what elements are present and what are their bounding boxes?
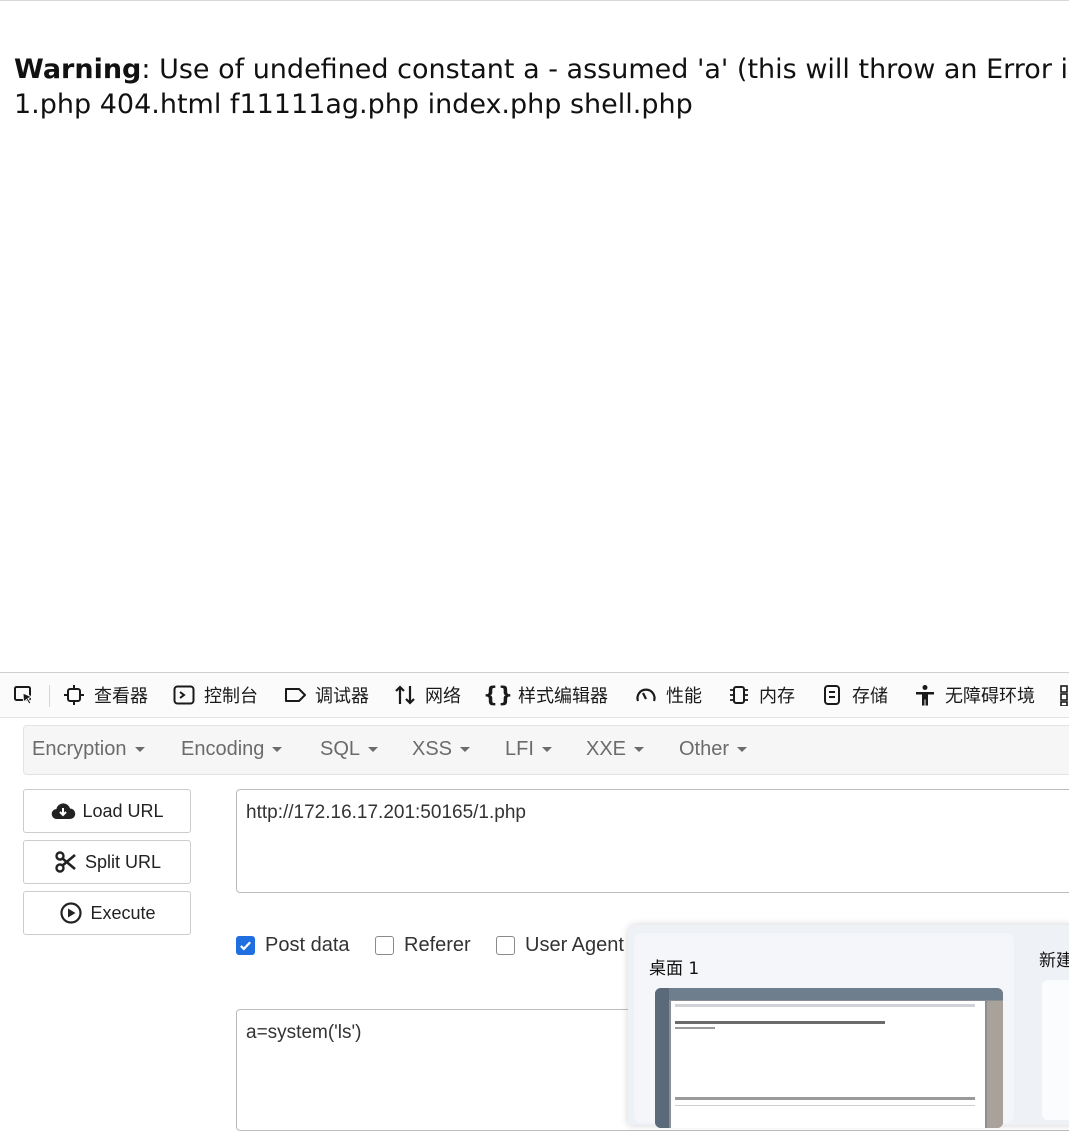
- top-divider: [0, 0, 1069, 4]
- task-view-overlay: 桌面 1 新建: [628, 925, 1069, 1128]
- referer-checkbox[interactable]: Referer: [375, 934, 471, 957]
- tab-memory[interactable]: 内存: [727, 681, 795, 709]
- overflow-menu-button[interactable]: [1058, 681, 1069, 709]
- new-desktop-slot[interactable]: [1042, 980, 1069, 1120]
- url-textarea[interactable]: http://172.16.17.201:50165/1.php: [236, 789, 1069, 893]
- devtools-toolbar: 查看器 控制台 调试器 网络 {} 样式编辑器 性能 内存 存储 无障碍环境: [0, 672, 1069, 718]
- chevron-down-icon: [460, 747, 471, 753]
- more-icon: [1058, 683, 1069, 707]
- post-data-checkbox[interactable]: Post data: [236, 934, 350, 957]
- execute-button[interactable]: Execute: [23, 891, 191, 935]
- menu-xxe[interactable]: XXE: [586, 738, 645, 761]
- warning-line: Warning: Use of undefined constant a - a…: [14, 52, 1069, 87]
- tab-label: 调试器: [315, 686, 369, 707]
- tab-console[interactable]: 控制台: [172, 681, 258, 709]
- thumb-wallpaper: [987, 1001, 1003, 1128]
- tab-label: 存储: [852, 686, 888, 707]
- tab-storage[interactable]: 存储: [820, 681, 888, 709]
- scissors-icon: [55, 851, 76, 873]
- debugger-icon: [283, 683, 307, 707]
- page-output: Warning: Use of undefined constant a - a…: [14, 52, 1069, 122]
- tab-accessibility[interactable]: 无障碍环境: [913, 681, 1035, 709]
- url-value: http://172.16.17.201:50165/1.php: [246, 802, 526, 823]
- user-agent-checkbox[interactable]: User Agent: [496, 934, 624, 957]
- desktop-card[interactable]: 桌面 1: [634, 933, 1014, 1128]
- tab-style-editor[interactable]: {} 样式编辑器: [483, 681, 608, 709]
- menu-lfi[interactable]: LFI: [505, 738, 552, 761]
- menu-other[interactable]: Other: [679, 738, 748, 761]
- accessibility-icon: [913, 683, 937, 707]
- tab-label: 无障碍环境: [945, 686, 1035, 707]
- tab-label: 控制台: [204, 686, 258, 707]
- user-agent-label: User Agent: [525, 934, 624, 956]
- tab-label: 性能: [666, 686, 702, 707]
- referer-label: Referer: [404, 934, 471, 956]
- new-desktop-label[interactable]: 新建: [1039, 946, 1069, 971]
- console-icon: [172, 683, 196, 707]
- tab-inspector[interactable]: 查看器: [62, 681, 148, 709]
- warning-text: : Use of undefined constant a - assumed …: [141, 54, 1069, 85]
- execute-label: Execute: [90, 902, 156, 923]
- chevron-down-icon: [368, 747, 379, 753]
- tab-label: 网络: [425, 686, 461, 707]
- storage-icon: [820, 683, 844, 707]
- network-icon: [393, 683, 417, 707]
- tab-label: 样式编辑器: [518, 686, 608, 707]
- play-circle-icon: [60, 902, 83, 924]
- desktop-label: 桌面 1: [649, 959, 700, 979]
- thumb-taskbar: [655, 988, 1003, 1000]
- hackbar-menu: Encryption Encoding SQL XSS LFI XXE Othe…: [23, 725, 1069, 775]
- menu-encryption[interactable]: Encryption: [32, 738, 145, 761]
- split-url-button[interactable]: Split URL: [23, 840, 191, 884]
- style-editor-icon: {}: [483, 683, 513, 707]
- checkbox-unchecked[interactable]: [496, 936, 515, 955]
- checkmark-icon: [240, 941, 251, 951]
- tab-performance[interactable]: 性能: [634, 681, 702, 709]
- chevron-down-icon: [272, 747, 283, 753]
- thumb-desktop-icons: [655, 988, 669, 1128]
- menu-sql[interactable]: SQL: [320, 738, 379, 761]
- chevron-down-icon: [634, 747, 645, 753]
- checkbox-unchecked[interactable]: [375, 936, 394, 955]
- load-url-button[interactable]: Load URL: [23, 789, 191, 833]
- load-url-label: Load URL: [82, 800, 164, 821]
- thumb-window: [671, 1001, 985, 1128]
- memory-icon: [727, 683, 751, 707]
- chevron-down-icon: [737, 747, 748, 753]
- element-picker-icon: [12, 683, 36, 707]
- performance-icon: [634, 683, 658, 707]
- tab-network[interactable]: 网络: [393, 681, 461, 709]
- warning-label: Warning: [14, 54, 142, 85]
- desktop-thumbnail[interactable]: [655, 988, 1003, 1128]
- tab-label: 查看器: [94, 686, 148, 707]
- toolbar-separator: [49, 685, 50, 707]
- cloud-download-icon: [52, 803, 76, 820]
- tab-label: 内存: [759, 686, 795, 707]
- post-data-label: Post data: [265, 934, 350, 956]
- menu-encoding[interactable]: Encoding: [181, 738, 283, 761]
- chevron-down-icon: [541, 747, 552, 753]
- menu-xss[interactable]: XSS: [412, 738, 471, 761]
- checkbox-checked[interactable]: [236, 936, 255, 955]
- tab-debugger[interactable]: 调试器: [283, 681, 369, 709]
- element-picker-button[interactable]: [12, 681, 44, 709]
- command-output: 1.php 404.html f11111ag.php index.php sh…: [14, 89, 693, 120]
- post-data-value: a=system('ls'): [246, 1022, 362, 1043]
- split-url-label: Split URL: [84, 851, 162, 872]
- chevron-down-icon: [134, 747, 145, 753]
- inspector-icon: [62, 683, 86, 707]
